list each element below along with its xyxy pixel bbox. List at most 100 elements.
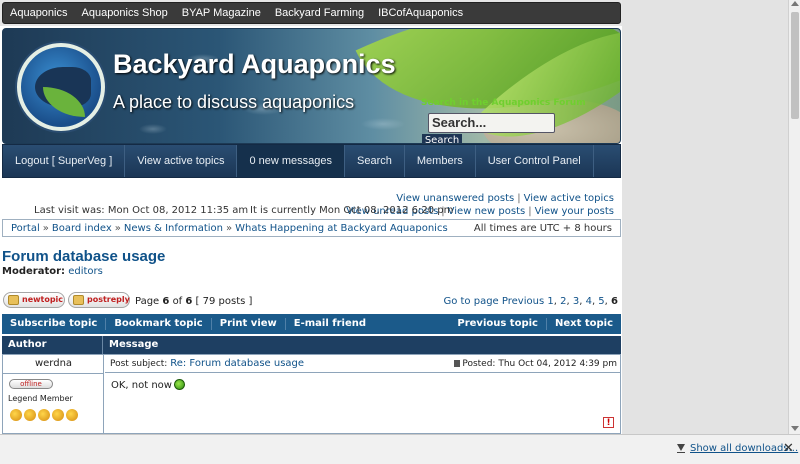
scrollbar-thumb[interactable] <box>791 12 799 119</box>
download-icon <box>677 444 685 451</box>
new-topic-button[interactable]: newtopic <box>3 292 65 308</box>
rank-star-icon <box>24 409 36 421</box>
topnav-ibcofaquaponics[interactable]: IBCofAquaponics <box>371 7 470 19</box>
previous-topic-link[interactable]: Previous topic <box>449 318 547 330</box>
site-logo[interactable] <box>17 43 105 131</box>
breadcrumb-whats-happening[interactable]: Whats Happening at Backyard Aquaponics <box>235 223 448 234</box>
page-link-5[interactable]: 5 <box>598 296 604 307</box>
topic-nav-links: Previous topic Next topic <box>449 318 621 330</box>
nav-new-messages[interactable]: 0 new messages <box>237 145 346 177</box>
site-top-nav: Aquaponics Aquaponics Shop BYAP Magazine… <box>2 2 621 24</box>
go-to-page-link[interactable]: Go to page <box>443 296 498 307</box>
offline-badge: offline <box>9 379 53 389</box>
post-date: Posted: Thu Oct 04, 2012 4:39 pm <box>454 355 617 373</box>
page-link-4[interactable]: 4 <box>586 296 592 307</box>
post-row: werdna offline Legend Member Post subjec… <box>2 354 621 434</box>
link-active-topics[interactable]: View active topics <box>524 193 614 204</box>
post-icon[interactable] <box>454 360 461 367</box>
site-title[interactable]: Backyard Aquaponics <box>113 49 396 80</box>
topnav-aquaponics[interactable]: Aquaponics <box>3 7 75 19</box>
search-label: Search in the Aquaponics Forum <box>421 98 586 108</box>
author-rank: Legend Member <box>8 394 73 403</box>
nav-logout[interactable]: Logout [ SuperVeg ] <box>3 145 126 177</box>
breadcrumb: Portal » Board index » News & Informatio… <box>2 219 621 237</box>
topic-action-bar: Subscribe topic Bookmark topic Print vie… <box>2 314 621 334</box>
download-icon-base <box>677 452 685 453</box>
link-new-posts[interactable]: View new posts <box>448 206 526 217</box>
site-banner: Backyard Aquaponics A place to discuss a… <box>2 28 621 144</box>
breadcrumb-separator: » <box>225 222 233 234</box>
next-topic-link[interactable]: Next topic <box>547 318 621 330</box>
timezone-text: All times are UTC + 8 hours <box>473 222 612 234</box>
moderator-label: Moderator: <box>2 266 66 277</box>
print-view-link[interactable]: Print view <box>212 318 286 330</box>
nav-members[interactable]: Members <box>405 145 476 177</box>
search-button[interactable]: Search <box>422 134 462 143</box>
page-total: 6 <box>185 296 193 307</box>
page-content: Backyard Aquaponics A place to discuss a… <box>0 26 622 434</box>
rank-star-icon <box>52 409 64 421</box>
message-header: Message <box>109 339 159 350</box>
page-of: of <box>172 296 183 307</box>
breadcrumb-news-information[interactable]: News & Information <box>124 223 223 234</box>
current-time-text: It is currently Mon Oct 08, 2012 6:20 pm <box>250 205 454 216</box>
email-friend-link[interactable]: E-mail friend <box>286 318 374 330</box>
report-post-icon[interactable]: ! <box>603 417 614 428</box>
nav-view-active-topics[interactable]: View active topics <box>125 145 238 177</box>
topnav-backyard-farming[interactable]: Backyard Farming <box>268 7 371 19</box>
moderator-link[interactable]: editors <box>68 266 103 277</box>
page-background <box>622 0 788 434</box>
post-body-text: OK, not now <box>111 380 172 391</box>
breadcrumb-separator: » <box>42 222 49 234</box>
search-input[interactable]: Search... <box>428 113 555 133</box>
post-subject-link[interactable]: Re: Forum database usage <box>170 358 304 369</box>
post-count: [ 79 posts ] <box>195 296 253 307</box>
breadcrumb-portal[interactable]: Portal <box>11 223 40 234</box>
post-subject-line: Post subject: Re: Forum database usage P… <box>105 355 621 373</box>
main-nav: Logout [ SuperVeg ] View active topics 0… <box>2 144 621 178</box>
page-link-3[interactable]: 3 <box>573 296 579 307</box>
post-reply-button[interactable]: postreply <box>68 292 130 308</box>
page-link-2[interactable]: 2 <box>560 296 566 307</box>
show-all-downloads-link[interactable]: Show all downloads... <box>690 443 798 454</box>
rank-star-icon <box>66 409 78 421</box>
author-header: Author <box>2 336 103 354</box>
scroll-down-icon[interactable] <box>791 426 799 431</box>
author-name[interactable]: werdna <box>3 358 104 369</box>
pagination: Go to page Previous 1, 2, 3, 4, 5, 6 <box>443 296 618 307</box>
last-visit-text: Last visit was: Mon Oct 08, 2012 11:35 a… <box>34 205 249 216</box>
rank-stars <box>10 409 78 421</box>
topnav-aquaponics-shop[interactable]: Aquaponics Shop <box>75 7 175 19</box>
new-topic-label: newtopic <box>22 295 64 304</box>
bookmark-topic-link[interactable]: Bookmark topic <box>106 318 212 330</box>
post-table-header: Author Message <box>2 336 621 354</box>
topic-title[interactable]: Forum database usage <box>2 248 165 265</box>
rank-star-icon <box>38 409 50 421</box>
page-info: Page 6 of 6 [ 79 posts ] <box>135 296 252 307</box>
close-icon[interactable]: ✕ <box>783 441 794 456</box>
page-prefix: Page <box>135 296 160 307</box>
topnav-byap-magazine[interactable]: BYAP Magazine <box>175 7 268 19</box>
post-body: OK, not now <box>111 379 185 391</box>
link-your-posts[interactable]: View your posts <box>535 206 614 217</box>
moderator-line: Moderator: editors <box>2 266 103 277</box>
link-unanswered-posts[interactable]: View unanswered posts <box>396 193 514 204</box>
subject-label: Post subject: <box>110 359 168 369</box>
download-bar: Show all downloads... ✕ <box>0 434 800 464</box>
new-topic-icon <box>8 295 19 305</box>
nav-user-control-panel[interactable]: User Control Panel <box>476 145 594 177</box>
post-reply-icon <box>73 295 84 305</box>
divider <box>3 373 104 374</box>
nav-search[interactable]: Search <box>345 145 405 177</box>
subscribe-topic-link[interactable]: Subscribe topic <box>2 318 107 330</box>
page-current: 6 <box>162 296 170 307</box>
separator: | <box>517 193 521 204</box>
smiley-icon <box>173 379 185 390</box>
vertical-scrollbar[interactable] <box>788 0 800 434</box>
scroll-up-icon[interactable] <box>791 1 799 6</box>
site-tagline: A place to discuss aquaponics <box>113 92 355 112</box>
previous-page-link[interactable]: Previous <box>502 296 544 307</box>
page-link-1[interactable]: 1 <box>547 296 553 307</box>
separator: | <box>528 206 532 217</box>
breadcrumb-board-index[interactable]: Board index <box>52 223 112 234</box>
